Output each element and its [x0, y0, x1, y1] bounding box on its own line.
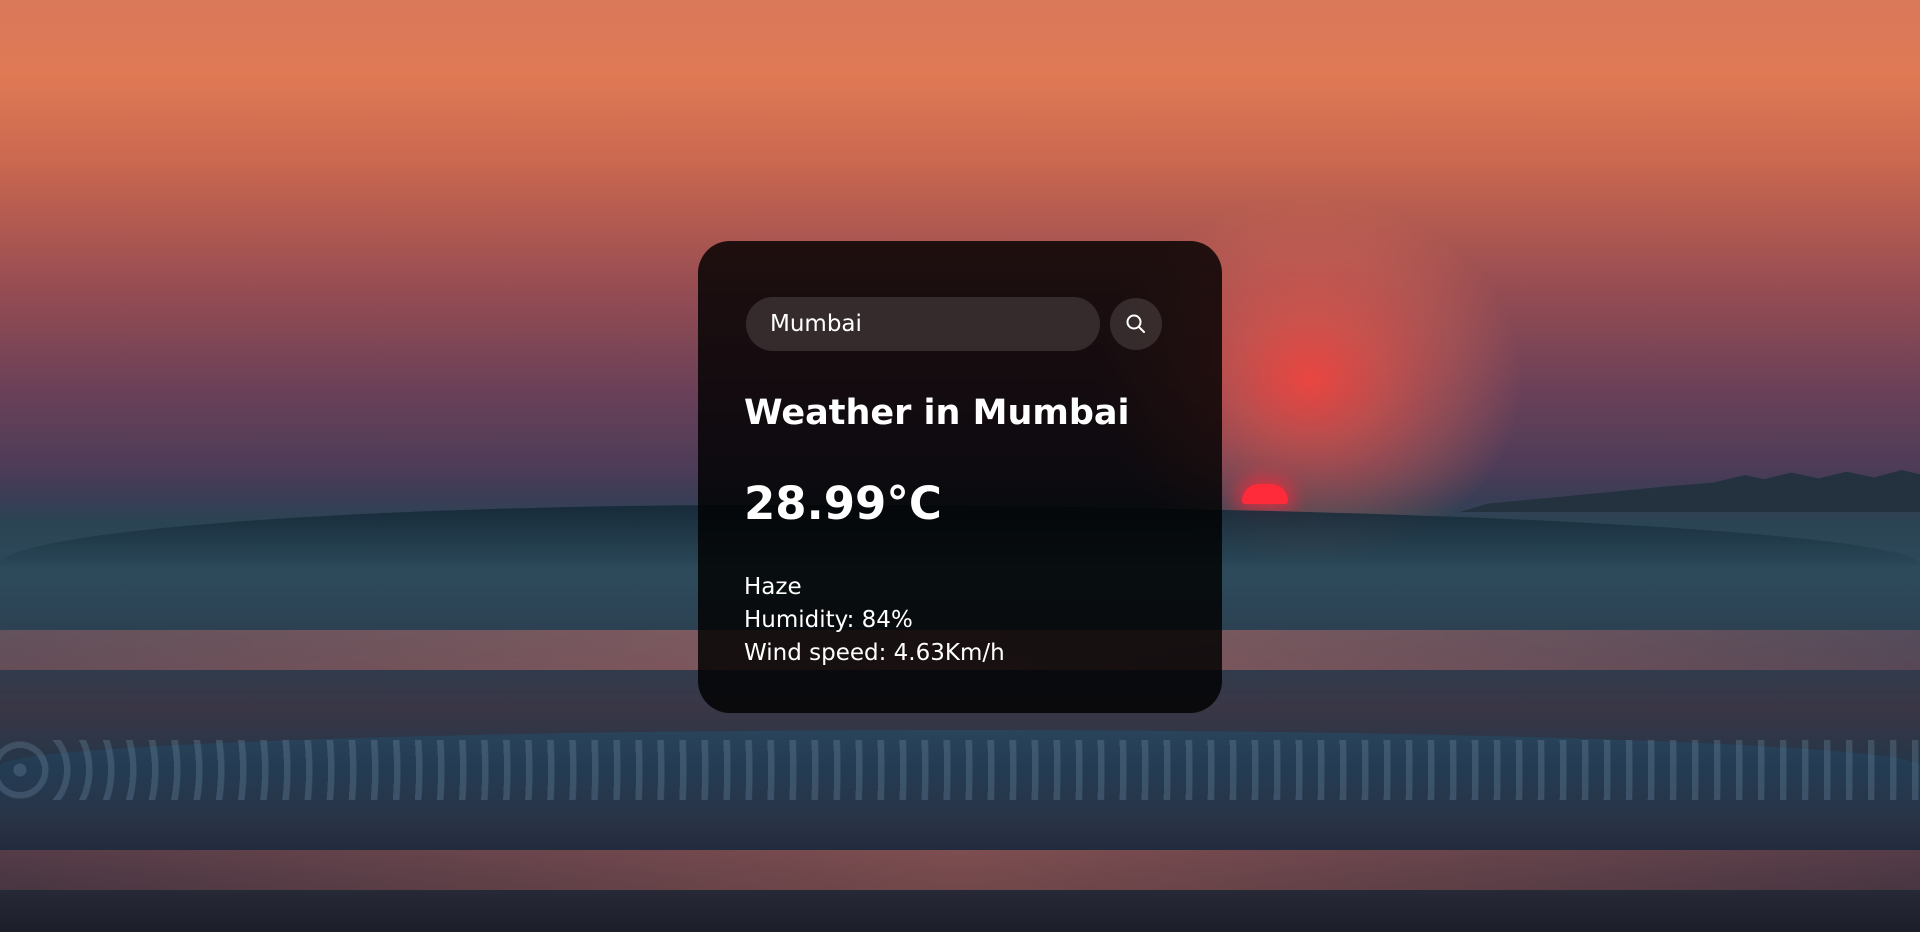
- wave-foam: [0, 740, 1920, 800]
- search-bar: [744, 297, 1176, 351]
- temperature: 28.99°C: [744, 477, 942, 530]
- weather-details: Haze Humidity: 84% Wind speed: 4.63Km/h: [744, 571, 1176, 670]
- wind-speed: Wind speed: 4.63Km/h: [744, 640, 1005, 666]
- weather-description: Haze: [744, 574, 802, 600]
- search-icon: [1126, 314, 1145, 333]
- sun: [1242, 484, 1288, 504]
- humidity: Humidity: 84%: [744, 607, 913, 633]
- horizon-land: [1460, 470, 1920, 512]
- search-input[interactable]: [746, 297, 1100, 351]
- city-title: Weather in Mumbai: [744, 393, 1130, 433]
- weather-card: Weather in Mumbai 28.99°C Haze Humidity:…: [698, 241, 1222, 713]
- water-reflection: [0, 850, 1920, 890]
- search-button[interactable]: [1110, 298, 1162, 350]
